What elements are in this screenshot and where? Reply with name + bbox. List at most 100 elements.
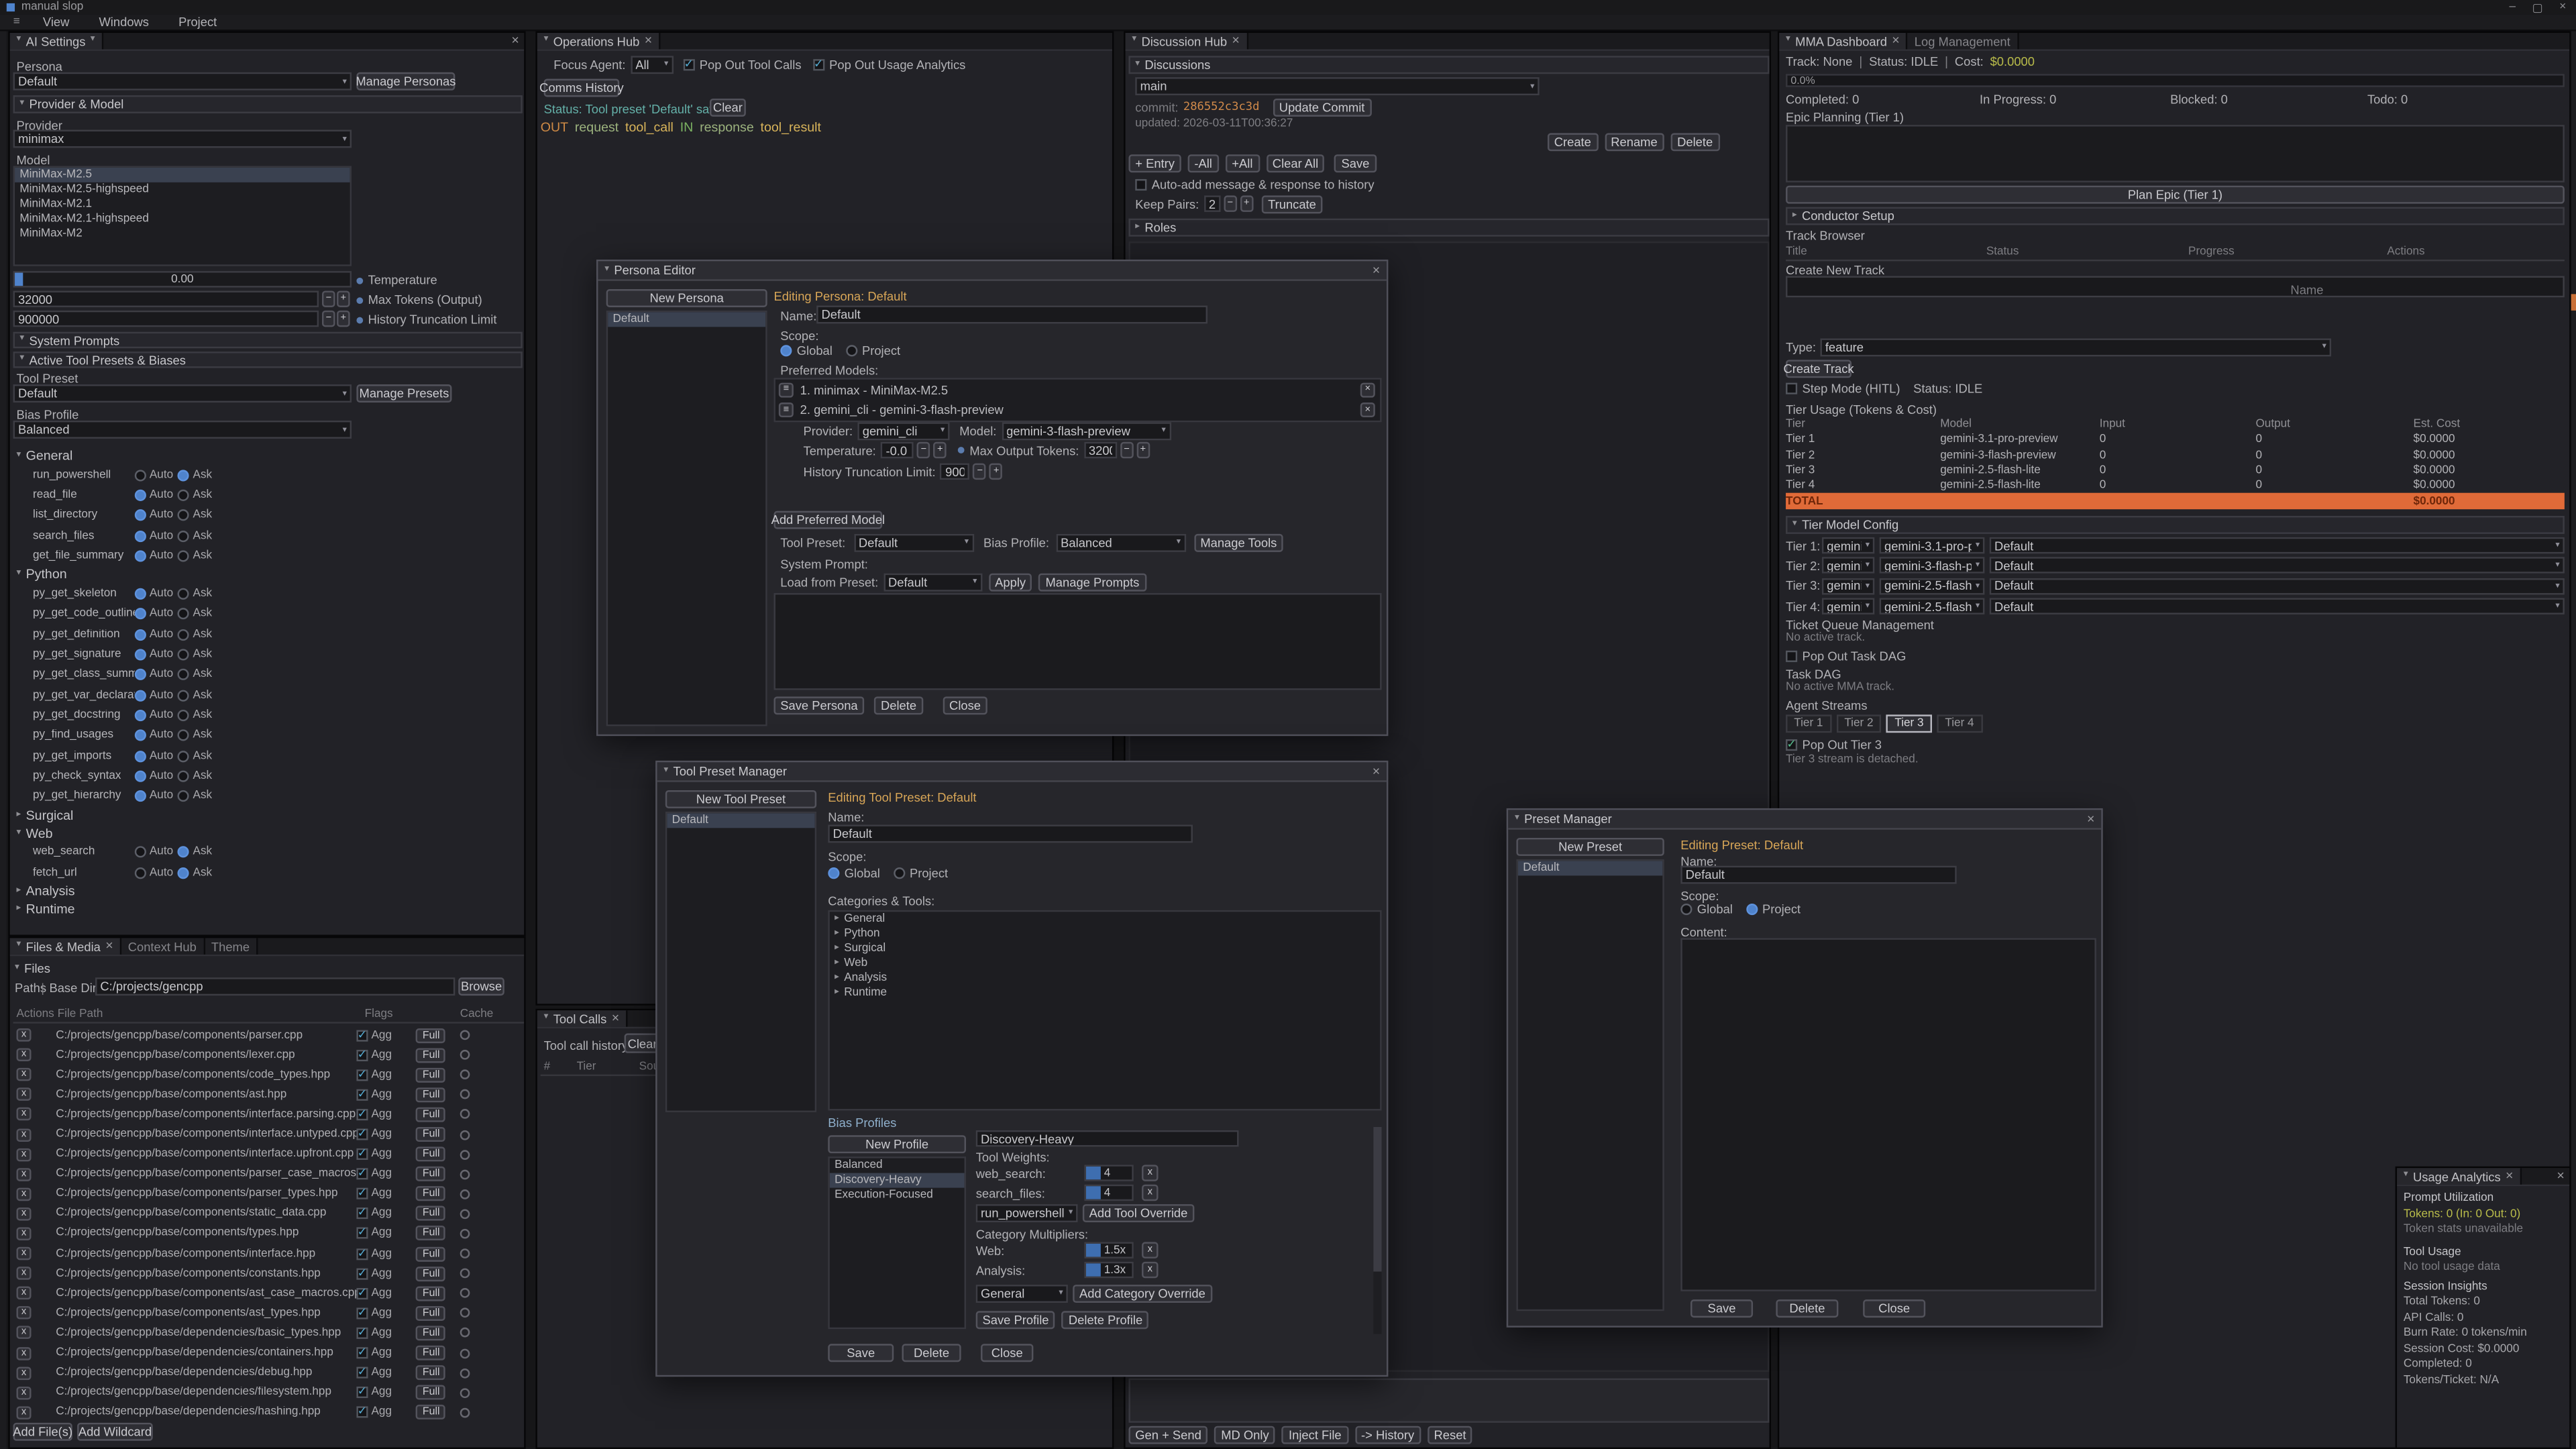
pop-out-dag-checkbox[interactable]: ✓ — [1786, 651, 1797, 662]
tier-model-select[interactable]: gemini-3.1-pro-preview ▾ — [1880, 537, 1985, 553]
agg-checkbox[interactable]: ✓ — [356, 1049, 368, 1061]
history-limit-input[interactable] — [13, 311, 319, 327]
ask-radio[interactable] — [178, 588, 189, 600]
clear-status-button[interactable]: Clear — [710, 99, 746, 117]
remove-file-button[interactable]: x — [16, 1049, 31, 1062]
auto-radio[interactable] — [135, 690, 146, 701]
tier-provider-select[interactable]: gemini ▾ — [1822, 557, 1874, 574]
new-preset-button[interactable]: New Preset — [1516, 838, 1664, 856]
maximize-icon[interactable]: ▢ — [2532, 1, 2543, 14]
model-list-item[interactable]: MiniMax-M2.1 — [15, 197, 350, 212]
remove-file-button[interactable]: x — [16, 1326, 31, 1340]
remove-multiplier-button[interactable]: x — [1142, 1242, 1158, 1258]
close-dialog-button[interactable]: Close — [981, 1344, 1033, 1362]
agg-checkbox[interactable]: ✓ — [356, 1328, 368, 1339]
delete-button[interactable]: Delete — [902, 1344, 961, 1362]
remove-file-button[interactable]: x — [16, 1267, 31, 1281]
project-radio[interactable] — [1746, 904, 1758, 915]
max-output-tokens-input[interactable] — [1084, 442, 1117, 458]
persona-editor-titlebar[interactable]: ▾ Persona Editor × — [598, 261, 1387, 280]
htl-decrement-button[interactable]: − — [973, 464, 987, 480]
browse-button[interactable]: Browse — [458, 977, 504, 996]
ask-radio[interactable] — [178, 710, 189, 721]
new-persona-button[interactable]: New Persona — [606, 289, 767, 307]
save-button[interactable]: Save — [1335, 154, 1376, 172]
add-category-override-button[interactable]: Add Category Override — [1073, 1284, 1212, 1302]
group-surgical[interactable]: ▸ Surgical — [13, 806, 523, 824]
tab-discussion-hub[interactable]: ▾ Discussion Hub × — [1126, 33, 1248, 49]
system-prompts-section-header[interactable]: ▾ System Prompts — [13, 332, 523, 348]
temp-decrement-button[interactable]: − — [917, 442, 930, 458]
add-tool-override-button[interactable]: Add Tool Override — [1083, 1203, 1194, 1222]
full-button[interactable]: Full — [417, 1048, 446, 1063]
full-button[interactable]: Full — [417, 1107, 446, 1122]
tab-mma-dashboard[interactable]: ▾ MMA Dashboard × — [1779, 33, 1908, 49]
remove-file-button[interactable]: x — [16, 1068, 31, 1081]
agg-checkbox[interactable]: ✓ — [356, 1367, 368, 1379]
load-preset-select[interactable]: Default ▾ — [883, 572, 982, 590]
agg-checkbox[interactable]: ✓ — [356, 1228, 368, 1240]
full-button[interactable]: Full — [417, 1306, 446, 1321]
menu-item[interactable]: View — [43, 15, 69, 30]
save-profile-button[interactable]: Save Profile — [976, 1311, 1056, 1329]
close-icon[interactable]: × — [2087, 812, 2094, 826]
manage-prompts-button[interactable]: Manage Prompts — [1039, 572, 1146, 590]
tier-preset-select[interactable]: Default ▾ — [1990, 537, 2565, 553]
add-files-button[interactable]: Add File(s) — [13, 1423, 72, 1441]
max-tokens-increment-button[interactable]: + — [337, 290, 350, 307]
focus-agent-select[interactable]: All ▾ — [631, 55, 674, 73]
remove-file-button[interactable]: x — [16, 1167, 31, 1181]
auto-radio[interactable] — [135, 790, 146, 802]
manage-tools-button[interactable]: Manage Tools — [1194, 533, 1284, 551]
keep-pairs-decrement-button[interactable]: − — [1224, 195, 1237, 211]
discussions-section-header[interactable]: ▾ Discussions — [1128, 56, 1769, 74]
menu-item[interactable]: Project — [178, 15, 217, 30]
window-titlebar[interactable]: manual slop – ▢ × — [0, 0, 2576, 15]
tier-provider-select[interactable]: gemini ▾ — [1822, 598, 1874, 614]
to-history-button[interactable]: -> History — [1354, 1426, 1421, 1444]
tab-tool-calls[interactable]: ▾ Tool Calls × — [537, 1010, 628, 1026]
md-only-button[interactable]: MD Only — [1214, 1426, 1275, 1444]
preset-content-input[interactable] — [1680, 938, 2096, 1291]
auto-radio[interactable] — [135, 730, 146, 741]
ask-radio[interactable] — [178, 530, 189, 541]
gen-send-button[interactable]: Gen + Send — [1128, 1426, 1208, 1444]
full-button[interactable]: Full — [417, 1187, 446, 1201]
full-button[interactable]: Full — [417, 1365, 446, 1380]
ask-radio[interactable] — [178, 470, 189, 481]
category-node[interactable]: ▸ Runtime — [830, 985, 1380, 1000]
agg-checkbox[interactable]: ✓ — [356, 1287, 368, 1299]
auto-radio[interactable] — [135, 490, 146, 501]
tool-preset-select[interactable]: Default ▾ — [13, 384, 352, 402]
multiplier-input[interactable]: 1.3x — [1084, 1262, 1133, 1278]
ask-radio[interactable] — [178, 750, 189, 761]
auto-radio[interactable] — [135, 750, 146, 761]
message-input[interactable] — [1128, 1379, 1769, 1423]
tab-theme[interactable]: Theme — [205, 938, 258, 954]
profile-name-input[interactable] — [976, 1130, 1239, 1146]
auto-radio[interactable] — [135, 710, 146, 721]
history-limit-decrement-button[interactable]: − — [322, 311, 335, 327]
remove-file-button[interactable]: x — [16, 1386, 31, 1399]
discussion-select[interactable]: main ▾ — [1135, 77, 1539, 95]
ask-radio[interactable] — [178, 550, 189, 561]
remove-file-button[interactable]: x — [16, 1287, 31, 1300]
add-wildcard-button[interactable]: Add Wildcard — [77, 1423, 153, 1441]
persona-select[interactable]: Default ▾ — [13, 72, 352, 91]
weight-input[interactable]: 4 — [1084, 1185, 1133, 1201]
category-node[interactable]: ▸ Analysis — [830, 971, 1380, 985]
tier-model-select[interactable]: gemini-2.5-flash-lite ▾ — [1880, 578, 1985, 594]
ask-radio[interactable] — [178, 730, 189, 741]
tier-model-select[interactable]: gemini-2.5-flash-lite ▾ — [1880, 598, 1985, 614]
remove-multiplier-button[interactable]: x — [1142, 1262, 1158, 1278]
pref-model-select[interactable]: gemini-3-flash-preview ▾ — [1002, 421, 1171, 439]
category-node[interactable]: ▸ Python — [830, 926, 1380, 941]
bias-profile-item[interactable]: Discovery-Heavy — [830, 1173, 965, 1188]
category-node[interactable]: ▸ Surgical — [830, 941, 1380, 956]
window-scrollbar[interactable] — [2571, 32, 2576, 1449]
tab-usage-analytics[interactable]: ▾ Usage Analytics × — [2397, 1168, 2522, 1184]
reset-button[interactable]: Reset — [1428, 1426, 1473, 1444]
persona-list-item[interactable]: Default — [608, 312, 765, 327]
temperature-input[interactable] — [881, 442, 914, 458]
tier-preset-select[interactable]: Default ▾ — [1990, 598, 2565, 614]
